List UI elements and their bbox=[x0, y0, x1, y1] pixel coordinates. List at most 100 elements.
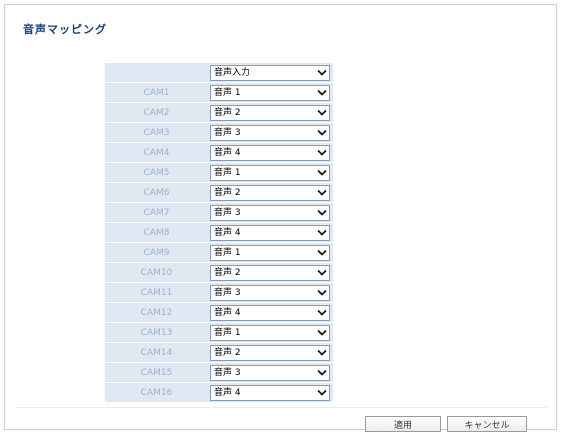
select-cell: 音声 4 bbox=[208, 383, 333, 403]
chevron-down-icon[interactable] bbox=[314, 386, 329, 400]
audio-select[interactable]: 音声 3 bbox=[210, 365, 330, 381]
select-value: 音声 2 bbox=[214, 268, 241, 278]
chevron-down-icon[interactable] bbox=[314, 266, 329, 280]
chevron-down-icon[interactable] bbox=[314, 186, 329, 200]
table-row: CAM12 音声 4 bbox=[105, 303, 333, 323]
chevron-down-icon[interactable] bbox=[314, 126, 329, 140]
select-cell: 音声 1 bbox=[208, 163, 333, 183]
select-cell: 音声 2 bbox=[208, 343, 333, 363]
table-row: CAM9 音声 1 bbox=[105, 243, 333, 263]
chevron-down-icon[interactable] bbox=[314, 66, 329, 80]
chevron-down-icon[interactable] bbox=[314, 86, 329, 100]
select-value: 音声 2 bbox=[214, 188, 241, 198]
camera-label: CAM7 bbox=[105, 203, 208, 223]
chevron-down-icon[interactable] bbox=[314, 166, 329, 180]
table-row: CAM6 音声 2 bbox=[105, 183, 333, 203]
table-row: CAM7 音声 3 bbox=[105, 203, 333, 223]
chevron-down-icon[interactable] bbox=[314, 286, 329, 300]
table-row: CAM3 音声 3 bbox=[105, 123, 333, 143]
select-value: 音声 3 bbox=[214, 208, 241, 218]
camera-label: CAM6 bbox=[105, 183, 208, 203]
camera-label: CAM9 bbox=[105, 243, 208, 263]
camera-label: CAM11 bbox=[105, 283, 208, 303]
select-cell: 音声 4 bbox=[208, 143, 333, 163]
chevron-down-icon[interactable] bbox=[314, 106, 329, 120]
cancel-button[interactable]: キャンセル bbox=[447, 416, 527, 432]
audio-select[interactable]: 音声 1 bbox=[210, 245, 330, 261]
table-row: CAM8 音声 4 bbox=[105, 223, 333, 243]
select-value: 音声 4 bbox=[214, 228, 241, 238]
table-row: CAM1 音声 1 bbox=[105, 83, 333, 103]
table-row: CAM14 音声 2 bbox=[105, 343, 333, 363]
chevron-down-icon[interactable] bbox=[314, 146, 329, 160]
audio-select[interactable]: 音声 2 bbox=[210, 105, 330, 121]
audio-select[interactable]: 音声 4 bbox=[210, 225, 330, 241]
audio-select[interactable]: 音声 1 bbox=[210, 165, 330, 181]
camera-label: CAM4 bbox=[105, 143, 208, 163]
page-frame: 音声マッピング 音声入力 CAM1 音声 1 CAM2 音声 2 CAM3 音声 3 CAM… bbox=[4, 4, 557, 430]
page-title: 音声マッピング bbox=[23, 23, 107, 36]
select-cell: 音声 3 bbox=[208, 123, 333, 143]
camera-label: CAM15 bbox=[105, 363, 208, 383]
audio-select[interactable]: 音声 3 bbox=[210, 125, 330, 141]
audio-select[interactable]: 音声 1 bbox=[210, 325, 330, 341]
camera-label: CAM13 bbox=[105, 323, 208, 343]
camera-label: CAM16 bbox=[105, 383, 208, 403]
chevron-down-icon[interactable] bbox=[314, 366, 329, 380]
select-cell: 音声 3 bbox=[208, 363, 333, 383]
chevron-down-icon[interactable] bbox=[314, 246, 329, 260]
select-cell: 音声 1 bbox=[208, 243, 333, 263]
camera-label: CAM12 bbox=[105, 303, 208, 323]
camera-label: CAM2 bbox=[105, 103, 208, 123]
table-row: CAM4 音声 4 bbox=[105, 143, 333, 163]
table-row: CAM10 音声 2 bbox=[105, 263, 333, 283]
header-select-cell: 音声入力 bbox=[208, 63, 333, 83]
audio-select[interactable]: 音声 2 bbox=[210, 265, 330, 281]
select-cell: 音声 1 bbox=[208, 323, 333, 343]
audio-select[interactable]: 音声 3 bbox=[210, 205, 330, 221]
table-row: CAM2 音声 2 bbox=[105, 103, 333, 123]
select-cell: 音声 3 bbox=[208, 283, 333, 303]
select-value: 音声 1 bbox=[214, 168, 241, 178]
select-cell: 音声 4 bbox=[208, 223, 333, 243]
camera-label: CAM10 bbox=[105, 263, 208, 283]
table-row: CAM15 音声 3 bbox=[105, 363, 333, 383]
table-row: CAM16 音声 4 bbox=[105, 383, 333, 403]
select-value: 音声 1 bbox=[214, 328, 241, 338]
select-value: 音声 2 bbox=[214, 348, 241, 358]
select-cell: 音声 2 bbox=[208, 103, 333, 123]
audio-select[interactable]: 音声 2 bbox=[210, 185, 330, 201]
select-cell: 音声 4 bbox=[208, 303, 333, 323]
table-row: CAM11 音声 3 bbox=[105, 283, 333, 303]
audio-input-select[interactable]: 音声入力 bbox=[210, 65, 330, 81]
select-cell: 音声 3 bbox=[208, 203, 333, 223]
header-label-cell bbox=[105, 63, 208, 83]
chevron-down-icon[interactable] bbox=[314, 206, 329, 220]
audio-select[interactable]: 音声 2 bbox=[210, 345, 330, 361]
chevron-down-icon[interactable] bbox=[314, 326, 329, 340]
chevron-down-icon[interactable] bbox=[314, 226, 329, 240]
camera-label: CAM14 bbox=[105, 343, 208, 363]
camera-label: CAM8 bbox=[105, 223, 208, 243]
select-value: 音声 3 bbox=[214, 128, 241, 138]
camera-label: CAM3 bbox=[105, 123, 208, 143]
footer-divider bbox=[15, 407, 547, 408]
audio-select[interactable]: 音声 1 bbox=[210, 85, 330, 101]
audio-select[interactable]: 音声 4 bbox=[210, 145, 330, 161]
chevron-down-icon[interactable] bbox=[314, 346, 329, 360]
select-value: 音声 1 bbox=[214, 248, 241, 258]
table-row: CAM5 音声 1 bbox=[105, 163, 333, 183]
table-row: CAM13 音声 1 bbox=[105, 323, 333, 343]
audio-select[interactable]: 音声 3 bbox=[210, 285, 330, 301]
select-value: 音声 4 bbox=[214, 388, 241, 398]
select-cell: 音声 1 bbox=[208, 83, 333, 103]
select-value: 音声 3 bbox=[214, 288, 241, 298]
select-value: 音声 2 bbox=[214, 108, 241, 118]
select-cell: 音声 2 bbox=[208, 183, 333, 203]
audio-select[interactable]: 音声 4 bbox=[210, 385, 330, 401]
audio-select[interactable]: 音声 4 bbox=[210, 305, 330, 321]
apply-button[interactable]: 適用 bbox=[365, 416, 441, 432]
select-value: 音声 4 bbox=[214, 148, 241, 158]
select-value: 音声入力 bbox=[214, 68, 251, 78]
chevron-down-icon[interactable] bbox=[314, 306, 329, 320]
